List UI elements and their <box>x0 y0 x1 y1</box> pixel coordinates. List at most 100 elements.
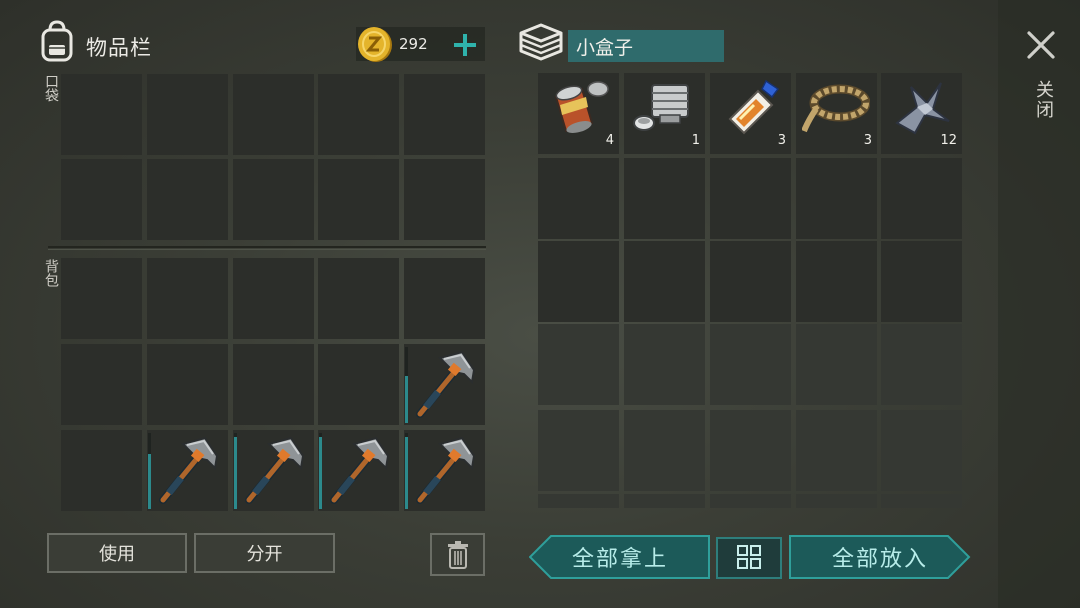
container-slot[interactable] <box>881 324 962 405</box>
container-slot[interactable] <box>538 158 619 239</box>
put-all-label: 全部放入 <box>831 547 928 572</box>
box-icon <box>519 23 563 61</box>
container-slot[interactable] <box>796 410 877 491</box>
container-slot[interactable] <box>710 410 791 491</box>
container-slot[interactable]: 3 <box>710 73 791 154</box>
container-slot[interactable]: 3 <box>796 73 877 154</box>
container-name: 小盒子 <box>568 30 724 62</box>
backpack-slot[interactable] <box>61 430 142 511</box>
container-slot[interactable] <box>881 158 962 239</box>
container-slot[interactable] <box>881 241 962 322</box>
engine-part-icon <box>630 77 698 137</box>
use-button-label: 使用 <box>99 544 135 565</box>
container-slot[interactable] <box>710 494 791 508</box>
item-quantity: 12 <box>940 133 957 148</box>
durability-bar <box>405 437 408 509</box>
pocket-slot[interactable] <box>318 159 399 240</box>
pocket-slot[interactable] <box>147 74 228 155</box>
container-slot[interactable]: 12 <box>881 73 962 154</box>
container-slot[interactable] <box>624 158 705 239</box>
backpack-slot[interactable] <box>233 258 314 339</box>
container-slot[interactable]: 4 <box>538 73 619 154</box>
backpack-slot[interactable] <box>61 258 142 339</box>
close-icon[interactable] <box>1025 29 1057 61</box>
backpack-icon <box>41 20 73 62</box>
inventory-title: 物品栏 <box>86 36 152 60</box>
container-slot[interactable] <box>538 410 619 491</box>
pocket-slot[interactable] <box>61 159 142 240</box>
backpack-slot[interactable] <box>404 258 485 339</box>
pocket-slot[interactable] <box>61 74 142 155</box>
durability-bar <box>319 437 322 509</box>
durability-bar <box>234 437 237 509</box>
divider-highlight <box>48 249 486 250</box>
container-slot[interactable] <box>710 158 791 239</box>
durability-bar <box>405 376 408 423</box>
backpack-label: 背包 <box>43 259 59 287</box>
container-slot[interactable] <box>881 494 962 508</box>
trash-button[interactable] <box>430 533 485 576</box>
backpack-slot[interactable] <box>233 344 314 425</box>
pickaxe-icon <box>153 434 223 508</box>
pickaxe-icon <box>239 434 309 508</box>
backpack-slot[interactable] <box>147 430 228 511</box>
pocket-slot[interactable] <box>233 159 314 240</box>
pocket-slot[interactable] <box>318 74 399 155</box>
item-quantity: 1 <box>691 133 700 148</box>
container-slot[interactable] <box>538 494 619 508</box>
backpack-slot[interactable] <box>318 344 399 425</box>
split-button[interactable]: 分开 <box>194 533 335 573</box>
container-slot[interactable] <box>538 241 619 322</box>
container-slot[interactable] <box>796 494 877 508</box>
glue-icon <box>716 77 784 137</box>
container-slot[interactable] <box>624 410 705 491</box>
pocket-label: 口袋 <box>43 74 59 102</box>
container-slot[interactable] <box>796 158 877 239</box>
backpack-slot[interactable] <box>404 430 485 511</box>
coin-icon <box>358 27 392 62</box>
pocket-slot[interactable] <box>404 74 485 155</box>
pickaxe-icon <box>410 348 480 422</box>
rope-icon <box>801 77 871 137</box>
canned-food-icon <box>544 77 612 137</box>
backpack-slot[interactable] <box>233 430 314 511</box>
add-coins-button[interactable] <box>451 31 479 59</box>
container-slot[interactable] <box>538 324 619 405</box>
container-slot[interactable] <box>624 494 705 508</box>
put-all-button[interactable]: 全部放入 <box>789 535 971 579</box>
take-all-label: 全部拿上 <box>571 547 668 572</box>
container-slot[interactable] <box>710 324 791 405</box>
pocket-slot[interactable] <box>404 159 485 240</box>
pickaxe-icon <box>410 434 480 508</box>
trash-icon <box>447 540 468 569</box>
container-slot[interactable] <box>624 241 705 322</box>
backpack-slot[interactable] <box>147 258 228 339</box>
pickaxe-icon <box>324 434 394 508</box>
container-slot[interactable] <box>881 410 962 491</box>
metal-scrap-icon <box>887 77 955 137</box>
close-label[interactable]: 关闭 <box>1030 80 1056 120</box>
pocket-slot[interactable] <box>147 159 228 240</box>
use-button[interactable]: 使用 <box>47 533 187 573</box>
container-slot[interactable]: 1 <box>624 73 705 154</box>
container-slot[interactable] <box>710 241 791 322</box>
container-slot[interactable] <box>624 324 705 405</box>
split-button-label: 分开 <box>246 544 283 565</box>
sort-button[interactable] <box>716 537 782 579</box>
grid-sort-icon <box>737 545 761 569</box>
durability-bar <box>148 454 151 509</box>
backpack-slot[interactable] <box>61 344 142 425</box>
container-slot[interactable] <box>796 241 877 322</box>
item-quantity: 4 <box>605 133 614 148</box>
pocket-slot[interactable] <box>233 74 314 155</box>
container-slot[interactable] <box>796 324 877 405</box>
item-quantity: 3 <box>863 133 872 148</box>
item-quantity: 3 <box>777 133 786 148</box>
backpack-slot[interactable] <box>404 344 485 425</box>
backpack-slot[interactable] <box>318 430 399 511</box>
backpack-slot[interactable] <box>318 258 399 339</box>
backpack-slot[interactable] <box>147 344 228 425</box>
take-all-button[interactable]: 全部拿上 <box>529 535 711 579</box>
coin-count: 292 <box>399 35 428 53</box>
divider <box>48 246 486 248</box>
